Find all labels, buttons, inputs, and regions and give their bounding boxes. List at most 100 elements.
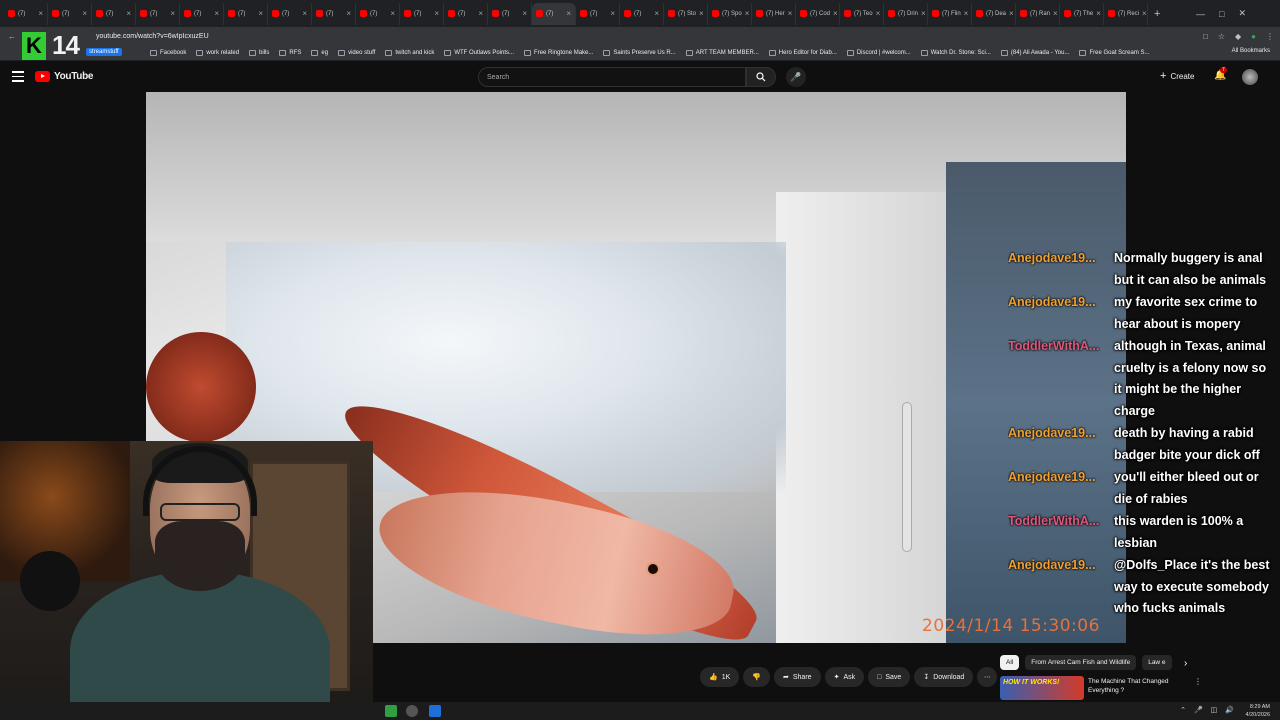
notifications-button[interactable]: 🔔 7	[1214, 67, 1227, 81]
browser-tab[interactable]: (7) ×	[268, 2, 312, 25]
browser-tab[interactable]: (7) ×	[224, 2, 268, 25]
browser-tab[interactable]: (7) Dea ×	[972, 2, 1016, 25]
bookmark-item[interactable]: Watch Dr. Stone: Sci...	[920, 49, 991, 56]
bookmark-item[interactable]: work related	[196, 49, 239, 56]
bookmark-item[interactable]: Discord | #welcom...	[846, 49, 911, 56]
browser-tab[interactable]: (7) ×	[4, 2, 48, 25]
browser-tab[interactable]: (7) Teo ×	[840, 2, 884, 25]
bookmark-item[interactable]: ART TEAM MEMBER...	[685, 49, 759, 56]
bookmark-item[interactable]: eg	[311, 49, 328, 56]
kebab-menu-icon[interactable]: ⋮	[1194, 677, 1202, 686]
volume-icon[interactable]: 🔊	[1225, 706, 1234, 714]
browser-tab[interactable]: (7) ×	[48, 2, 92, 25]
app-icon[interactable]	[385, 705, 397, 717]
close-tab-icon[interactable]: ×	[745, 9, 750, 18]
bookmark-item[interactable]: RFS	[279, 49, 301, 56]
chevron-right-icon[interactable]: ›	[1184, 658, 1187, 669]
browser-tab[interactable]: (7) ×	[356, 2, 400, 25]
browser-tab[interactable]: (7) Spo ×	[708, 2, 752, 25]
filter-chip[interactable]: All	[1000, 655, 1020, 670]
install-icon[interactable]: □	[1203, 32, 1208, 41]
dislike-button[interactable]: 👎	[743, 667, 770, 687]
close-tab-icon[interactable]: ×	[1053, 9, 1058, 18]
browser-tab[interactable]: (7) Ran ×	[1016, 2, 1060, 25]
browser-tab[interactable]: (7) Reci ×	[1104, 2, 1148, 25]
close-tab-icon[interactable]: ×	[38, 9, 43, 18]
browser-tab[interactable]: (7) Cod ×	[796, 2, 840, 25]
browser-tab[interactable]: (7) Her ×	[752, 2, 796, 25]
bookmark-item[interactable]: Saints Preserve Us R...	[603, 49, 676, 56]
bookmark-item[interactable]: WTF Outlaws Points...	[444, 49, 514, 56]
recommended-video[interactable]: HOW IT WORKS! The Machine That Changed E…	[1000, 676, 1200, 702]
browser-tab[interactable]: (7) ×	[400, 2, 444, 25]
close-tab-icon[interactable]: ×	[566, 9, 571, 18]
create-button[interactable]: + Create	[1160, 70, 1194, 82]
more-actions-button[interactable]: ⋯	[977, 667, 998, 687]
browser-tab[interactable]: (7) ×	[136, 2, 180, 25]
bookmark-item[interactable]: Hero Editor for Diab...	[768, 49, 837, 56]
bookmark-item[interactable]: Free Goat Scream S...	[1079, 49, 1150, 56]
browser-tab[interactable]: (7) ×	[576, 2, 620, 25]
close-tab-icon[interactable]: ×	[346, 9, 351, 18]
close-tab-icon[interactable]: ×	[921, 9, 926, 18]
bookmark-item[interactable]: twitch and kick	[385, 49, 434, 56]
close-tab-icon[interactable]: ×	[522, 9, 527, 18]
avatar[interactable]	[1242, 69, 1258, 85]
bookmark-item[interactable]: Free Ringtone Make...	[524, 49, 593, 56]
browser-tab[interactable]: (7) ×	[532, 2, 576, 25]
download-button[interactable]: ↧ Download	[914, 667, 974, 687]
settings-gear-icon[interactable]	[406, 705, 418, 717]
browser-tab[interactable]: (7) The ×	[1060, 2, 1104, 25]
close-tab-icon[interactable]: ×	[788, 9, 793, 18]
network-icon[interactable]: ◫	[1211, 706, 1218, 714]
close-tab-icon[interactable]: ×	[964, 9, 969, 18]
bookmark-item[interactable]: Facebook	[150, 49, 186, 56]
search-input[interactable]: Search	[478, 67, 746, 87]
browser-tab[interactable]: (7) ×	[92, 2, 136, 25]
close-tab-icon[interactable]: ×	[434, 9, 439, 18]
close-tab-icon[interactable]: ×	[654, 9, 659, 18]
star-icon[interactable]: ☆	[1218, 32, 1225, 41]
browser-tab[interactable]: (7) Drin ×	[884, 2, 928, 25]
filter-chip[interactable]: From Arrest Cam Fish and Wildlife	[1025, 655, 1137, 670]
browser-tab[interactable]: (7) Sto ×	[664, 2, 708, 25]
browser-tab[interactable]: (7) ×	[180, 2, 224, 25]
bookmark-item[interactable]: (84) Ali Awada - You...	[1000, 49, 1069, 56]
close-tab-icon[interactable]: ×	[876, 9, 881, 18]
browser-tab[interactable]: (7) ×	[620, 2, 664, 25]
close-tab-icon[interactable]: ×	[258, 9, 263, 18]
new-tab-button[interactable]: +	[1154, 8, 1160, 20]
close-tab-icon[interactable]: ×	[302, 9, 307, 18]
like-button[interactable]: 👍 1K	[700, 667, 740, 687]
extension-icon[interactable]: ◆	[1235, 32, 1241, 41]
browser-tab[interactable]: (7) ×	[488, 2, 532, 25]
maximize-icon[interactable]: □	[1219, 9, 1224, 19]
browser-tab[interactable]: (7) Flin ×	[928, 2, 972, 25]
close-tab-icon[interactable]: ×	[1009, 9, 1014, 18]
folder-icon[interactable]	[429, 705, 441, 717]
close-tab-icon[interactable]: ×	[699, 9, 704, 18]
close-icon[interactable]: ✕	[1238, 8, 1246, 19]
close-tab-icon[interactable]: ×	[82, 9, 87, 18]
microphone-icon[interactable]: 🎤	[1194, 706, 1203, 714]
ask-button[interactable]: ✦ Ask	[824, 667, 865, 687]
all-bookmarks[interactable]: All Bookmarks	[1232, 48, 1270, 54]
chevron-up-icon[interactable]: ⌃	[1180, 706, 1186, 714]
youtube-logo[interactable]: YouTube	[35, 71, 94, 82]
url-field[interactable]: youtube.com/watch?v=6wIpIcxuzEU	[96, 33, 209, 40]
back-icon[interactable]: ←	[8, 32, 16, 41]
close-tab-icon[interactable]: ×	[214, 9, 219, 18]
browser-tab[interactable]: (7) ×	[444, 2, 488, 25]
share-button[interactable]: ➦ Share	[774, 667, 821, 687]
kebab-menu-icon[interactable]: ⋮	[1266, 32, 1274, 41]
voice-search-button[interactable]: 🎤	[786, 67, 806, 87]
recommended-thumbnail[interactable]: HOW IT WORKS!	[1000, 676, 1084, 700]
minimize-icon[interactable]: —	[1196, 9, 1205, 19]
profile-icon[interactable]: ●	[1251, 32, 1256, 41]
streamstuff-bookmark[interactable]: streamstuff	[86, 48, 122, 56]
filter-chip[interactable]: Law e	[1142, 655, 1172, 670]
recommended-title[interactable]: The Machine That Changed Everything ?	[1088, 677, 1192, 695]
close-tab-icon[interactable]: ×	[170, 9, 175, 18]
bookmark-item[interactable]: bills	[249, 49, 269, 56]
close-tab-icon[interactable]: ×	[1142, 9, 1147, 18]
